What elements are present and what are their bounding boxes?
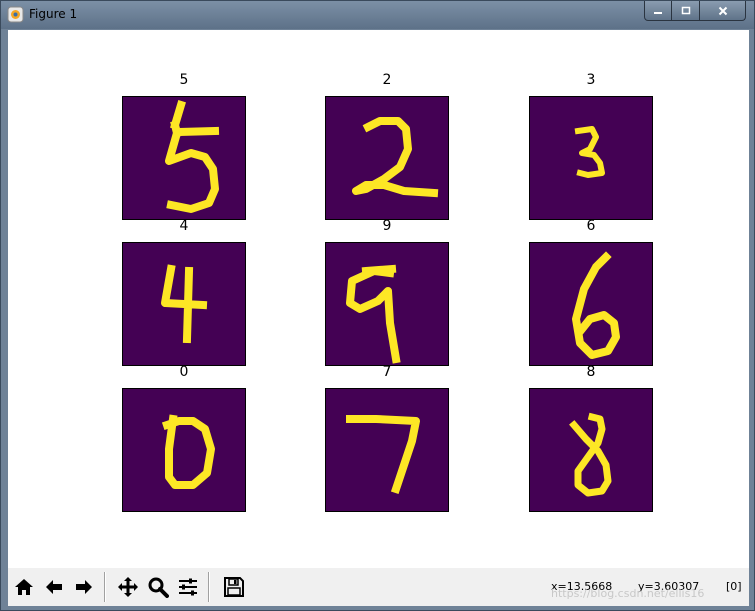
subplot-title: 2 — [382, 72, 392, 88]
subplot-title: 3 — [586, 72, 596, 88]
configure-subplots-button[interactable] — [175, 572, 201, 602]
maximize-button[interactable] — [672, 1, 700, 21]
zoom-button[interactable] — [145, 572, 171, 602]
digit-image-0 — [122, 388, 246, 512]
toolbar-separator — [208, 572, 210, 602]
minimize-icon — [654, 11, 662, 14]
title-bar[interactable]: Figure 1 — [1, 1, 754, 29]
subplot-title: 7 — [382, 364, 392, 380]
digit-image-3 — [529, 96, 653, 220]
zoom-icon — [148, 577, 169, 598]
subplot-title: 5 — [179, 72, 189, 88]
subplot-title: 6 — [586, 218, 596, 234]
digit-image-7 — [325, 388, 449, 512]
figure-window: Figure 1 5 2 3 4 9 6 0 7 8 x=13.5668 y=3… — [0, 0, 755, 611]
digit-image-5 — [122, 96, 246, 220]
home-button[interactable] — [11, 572, 37, 602]
back-button[interactable] — [41, 572, 67, 602]
save-button[interactable] — [221, 572, 247, 602]
close-button[interactable] — [700, 1, 746, 21]
digit-image-4 — [122, 242, 246, 366]
pixel-value-readout: [0] — [726, 580, 742, 593]
pan-icon — [118, 577, 138, 597]
configure-icon — [179, 578, 197, 596]
minimize-button[interactable] — [644, 1, 672, 21]
pan-button[interactable] — [115, 572, 141, 602]
digit-image-8 — [529, 388, 653, 512]
watermark: https://blog.csdn.net/ellis16 — [551, 587, 705, 600]
forward-button[interactable] — [71, 572, 97, 602]
close-icon — [718, 6, 727, 15]
subplot-title: 8 — [586, 364, 596, 380]
subplot-title: 4 — [179, 218, 189, 234]
toolbar-separator — [104, 572, 106, 602]
subplot-title: 9 — [382, 218, 392, 234]
maximize-icon — [681, 6, 690, 14]
figure-canvas[interactable]: 5 2 3 4 9 6 0 7 8 — [8, 30, 749, 568]
home-icon — [15, 579, 33, 595]
digit-image-6 — [529, 242, 653, 366]
app-icon — [7, 6, 24, 23]
window-controls — [644, 1, 746, 21]
back-arrow-icon — [46, 580, 62, 594]
save-icon — [224, 577, 244, 597]
digit-image-2 — [325, 96, 449, 220]
subplot-title: 0 — [179, 364, 189, 380]
forward-arrow-icon — [76, 580, 92, 594]
digit-image-9 — [325, 242, 449, 366]
window-title: Figure 1 — [29, 7, 78, 21]
